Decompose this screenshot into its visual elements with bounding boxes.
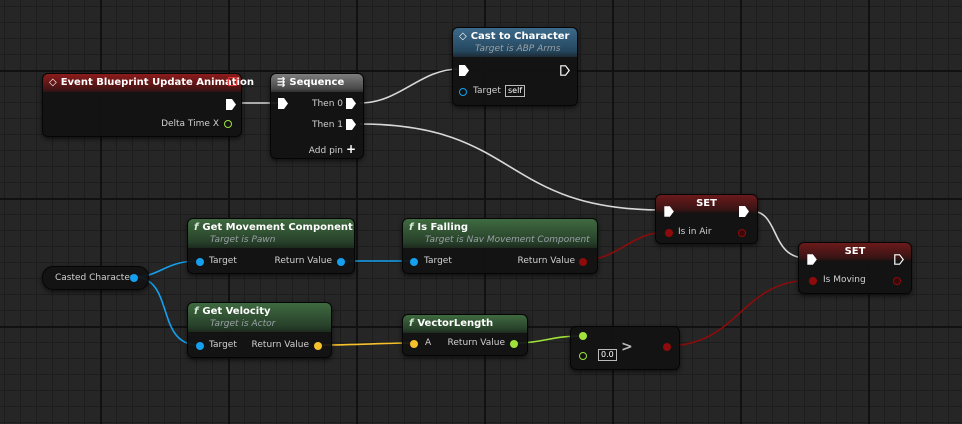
- get-movement-header: f Get Movement Component Target is Pawn: [188, 219, 354, 248]
- greater-return-pin[interactable]: [663, 343, 671, 351]
- vector-length-a-pin[interactable]: [410, 340, 418, 348]
- function-icon: f: [409, 222, 414, 233]
- vector-length-header: f VectorLength: [403, 315, 527, 333]
- is-falling-target-label: Target: [424, 256, 452, 266]
- get-movement-title: Get Movement Component: [202, 222, 353, 233]
- get-velocity-header: f Get Velocity Target is Actor: [188, 303, 331, 332]
- then0-label: Then 0: [311, 99, 343, 109]
- delta-time-label: Delta Time X: [161, 119, 219, 129]
- set1-is-in-air-pin[interactable]: [665, 229, 673, 237]
- set1-var-label: Is in Air: [678, 227, 712, 237]
- sequence-node[interactable]: ⇶ Sequence Then 0 Then 1 Add pin +: [270, 73, 364, 159]
- exec-wire-then0-cast: [359, 68, 460, 104]
- cast-node-title: Cast to Character: [470, 31, 570, 42]
- cast-self-value[interactable]: self: [505, 85, 526, 97]
- cast-node-header: ◇ Cast to Character Target is ABP Arms: [453, 28, 577, 57]
- get-velocity-title: Get Velocity: [202, 306, 271, 317]
- event-update-animation-node[interactable]: ◇ Event Blueprint Update Animation Delta …: [42, 73, 254, 137]
- cast-to-character-node[interactable]: ◇ Cast to Character Target is ABP Arms Ta…: [452, 27, 578, 106]
- add-pin-label[interactable]: Add pin: [309, 146, 343, 156]
- vector-length-return-label: Return Value: [447, 338, 505, 348]
- then1-label: Then 1: [311, 120, 343, 130]
- casted-character-node[interactable]: Casted Character: [42, 266, 149, 290]
- get-velocity-target-pin[interactable]: [196, 342, 204, 350]
- vector-length-title: VectorLength: [417, 318, 494, 329]
- set-is-in-air-node[interactable]: SET Is in Air: [655, 194, 758, 244]
- casted-character-pin[interactable]: [130, 274, 138, 282]
- get-velocity-node[interactable]: f Get Velocity Target is Actor Target Ret…: [187, 302, 332, 358]
- sequence-icon: ⇶: [277, 77, 286, 88]
- set2-is-moving-pin[interactable]: [809, 277, 817, 285]
- sequence-node-title: Sequence: [289, 77, 345, 88]
- exec-wire-then1-set1: [359, 123, 664, 211]
- set2-output-pin[interactable]: [893, 277, 901, 285]
- get-velocity-target-label: Target: [209, 340, 237, 350]
- casted-character-label: Casted Character: [55, 273, 134, 283]
- event-node-header: ◇ Event Blueprint Update Animation: [43, 74, 254, 92]
- is-falling-return-pin[interactable]: [579, 258, 587, 266]
- get-movement-subtitle: Target is Pawn: [210, 235, 276, 245]
- set-is-moving-node[interactable]: SET Is Moving: [798, 242, 912, 294]
- function-icon: f: [194, 222, 199, 233]
- blueprint-graph-canvas[interactable]: ◇ Event Blueprint Update Animation Delta …: [0, 0, 962, 424]
- bool-wire-greater-set2: [665, 279, 813, 347]
- sequence-node-header: ⇶ Sequence: [271, 74, 363, 92]
- function-icon: f: [409, 318, 414, 329]
- is-falling-node[interactable]: f Is Falling Target is Nav Movement Compo…: [402, 218, 598, 274]
- vector-length-node[interactable]: f VectorLength A Return Value: [402, 314, 528, 356]
- is-falling-header: f Is Falling Target is Nav Movement Compo…: [403, 219, 597, 248]
- is-falling-return-label: Return Value: [517, 256, 575, 266]
- event-diamond-icon: ◇: [49, 77, 57, 88]
- get-velocity-subtitle: Target is Actor: [210, 319, 276, 329]
- get-movement-component-node[interactable]: f Get Movement Component Target is Pawn T…: [187, 218, 355, 274]
- get-movement-return-label: Return Value: [274, 256, 332, 266]
- delta-time-pin[interactable]: [224, 120, 232, 128]
- set2-var-label: Is Moving: [823, 275, 866, 285]
- cast-diamond-icon: ◇: [459, 31, 467, 42]
- get-movement-target-label: Target: [209, 256, 237, 266]
- greater-b-pin[interactable]: [579, 352, 587, 360]
- is-falling-subtitle: Target is Nav Movement Component: [425, 235, 590, 245]
- get-movement-return-pin[interactable]: [337, 258, 345, 266]
- set2-title: SET: [844, 246, 866, 257]
- is-falling-title: Is Falling: [417, 222, 469, 233]
- event-node-title: Event Blueprint Update Animation: [60, 77, 254, 88]
- set1-output-pin[interactable]: [738, 229, 746, 237]
- vector-wire-velocity-length: [317, 342, 413, 346]
- greater-a-pin[interactable]: [579, 332, 587, 340]
- cast-target-pin[interactable]: [459, 88, 467, 96]
- greater-b-value[interactable]: 0.0: [598, 349, 617, 361]
- greater-than-node[interactable]: 0.0 >: [570, 326, 680, 370]
- cast-target-label: Target: [473, 86, 501, 96]
- vector-length-return-pin[interactable]: [510, 340, 518, 348]
- add-pin-plus-icon[interactable]: +: [346, 142, 356, 156]
- function-icon: f: [194, 306, 199, 317]
- get-movement-target-pin[interactable]: [196, 258, 204, 266]
- set1-title: SET: [696, 198, 717, 209]
- event-stop-icon: [228, 77, 237, 86]
- cast-node-subtitle: Target is ABP Arms: [475, 44, 561, 54]
- get-velocity-return-pin[interactable]: [314, 342, 322, 350]
- is-falling-target-pin[interactable]: [410, 258, 418, 266]
- greater-operator-label: >: [621, 339, 633, 355]
- vector-length-a-label: A: [425, 338, 432, 348]
- get-velocity-return-label: Return Value: [251, 340, 309, 350]
